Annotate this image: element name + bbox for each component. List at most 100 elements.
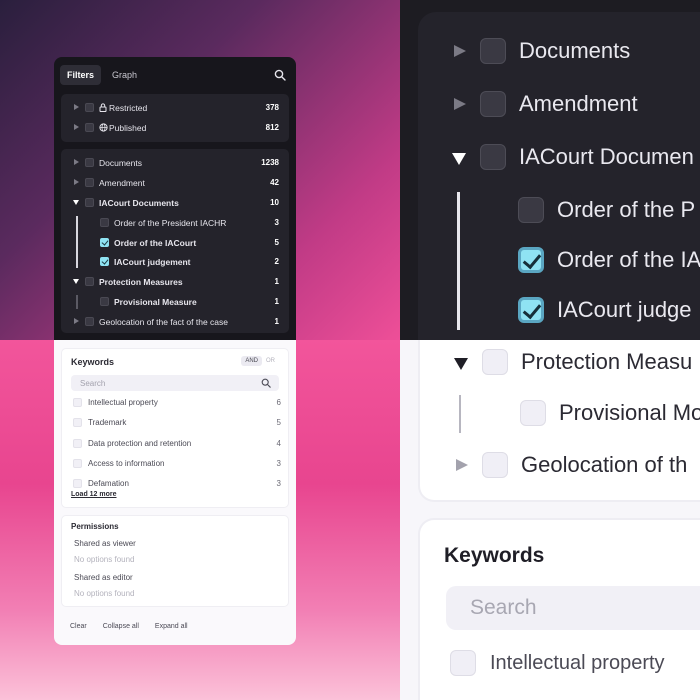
filter-label: Order of the P [557,197,696,222]
chevron-right-icon[interactable] [454,45,466,57]
load-more-link[interactable]: Load 12 more [71,491,117,498]
permissions-title: Permissions [71,522,119,531]
checkbox[interactable] [85,103,94,112]
keyword-count: 3 [276,479,281,488]
filter-row-iacourt-judgement[interactable]: IACourt judgement 2 [61,252,289,272]
search-icon[interactable] [274,69,286,81]
keyword-item[interactable]: Data protection and retention 4 [71,437,281,451]
filter-count: 10 [270,198,279,207]
checkbox[interactable] [520,400,546,426]
filter-row-iacourt-documents[interactable]: IACourt Documents 10 [61,193,289,213]
checkbox-checked[interactable] [518,247,544,273]
chevron-right-icon[interactable] [74,179,79,185]
keyword-label: Intellectual property [490,652,665,674]
checkbox[interactable] [73,459,82,468]
checkbox[interactable] [85,277,94,286]
zoomed-filter-tree-light: Protection Measu Provisional Mo Geolocat… [418,340,700,502]
checkbox[interactable] [85,198,94,207]
filter-row-amendment[interactable]: Amendment 42 [61,173,289,193]
keyword-item[interactable]: Access to information 3 [71,457,281,471]
checkbox[interactable] [73,398,82,407]
keyword-count: 4 [276,439,281,448]
expand-all-button[interactable]: Expand all [155,623,188,630]
checkbox[interactable] [73,418,82,427]
checkbox[interactable] [73,439,82,448]
chevron-right-icon[interactable] [74,318,79,324]
checkbox-checked[interactable] [100,238,109,247]
filter-label: Geolocation of the fact of the case [99,317,228,327]
chevron-right-icon[interactable] [456,459,468,471]
filter-label: Order of the IA [557,247,700,272]
keyword-label: Access to information [88,459,165,468]
zoom-row-amendment[interactable]: Amendment [418,82,700,128]
search-placeholder: Search [80,379,106,388]
zoom-row-iacourt-judgement[interactable]: IACourt judge [418,288,700,334]
filter-row-order-president[interactable]: Order of the President IACHR 3 [61,213,289,233]
checkbox[interactable] [85,158,94,167]
zoom-row-geolocation[interactable]: Geolocation of th [420,443,700,489]
and-or-toggle: AND OR [241,356,279,366]
checkbox[interactable] [480,38,506,64]
filter-row-provisional-measure[interactable]: Provisional Measure 1 [61,292,289,312]
zoom-row-order-president[interactable]: Order of the P [418,188,700,234]
filter-row-published[interactable]: Published 812 [61,118,289,138]
zoom-row-order-iacourt[interactable]: Order of the IA [418,238,700,284]
keyword-search-input[interactable]: Search [71,375,279,391]
zoom-row-provisional-measure[interactable]: Provisional Mo [420,391,700,437]
keyword-search-input[interactable]: Search [446,586,700,630]
chevron-right-icon[interactable] [74,104,79,110]
chevron-right-icon[interactable] [74,159,79,165]
checkbox[interactable] [100,297,109,306]
filter-label: Published [109,123,147,133]
checkbox[interactable] [482,452,508,478]
checkbox[interactable] [100,218,109,227]
checkbox[interactable] [480,144,506,170]
filter-count: 1 [274,297,279,306]
filter-label: Documents [519,38,631,63]
checkbox[interactable] [518,197,544,223]
checkbox[interactable] [85,178,94,187]
filter-count: 42 [270,178,279,187]
zoom-row-documents[interactable]: Documents [418,29,700,75]
chevron-down-icon[interactable] [454,358,468,370]
keyword-item[interactable]: Intellectual property 6 [71,396,281,410]
keyword-label: Intellectual property [88,398,158,407]
keyword-item[interactable]: Intellectual property [450,648,700,680]
globe-icon [99,123,108,132]
checkbox-checked[interactable] [518,297,544,323]
chevron-down-icon[interactable] [73,279,79,284]
keywords-title: Keywords [444,544,545,567]
filter-row-order-iacourt[interactable]: Order of the IACourt 5 [61,233,289,253]
keyword-item[interactable]: Defamation 3 [71,477,281,491]
or-toggle[interactable]: OR [262,356,279,366]
filter-row-geolocation[interactable]: Geolocation of the fact of the case 1 [61,312,289,332]
chevron-down-icon[interactable] [73,200,79,205]
and-toggle[interactable]: AND [241,356,262,366]
filter-label: Protection Measu [521,349,693,374]
filter-row-restricted[interactable]: Restricted 378 [61,98,289,118]
checkbox[interactable] [85,317,94,326]
checkbox-checked[interactable] [100,257,109,266]
tab-graph[interactable]: Graph [105,65,144,85]
keyword-label: Trademark [88,418,127,427]
clear-button[interactable]: Clear [70,623,87,630]
zoom-row-protection-measures[interactable]: Protection Measu [420,340,700,386]
checkbox[interactable] [85,123,94,132]
zoom-row-iacourt-documents[interactable]: IACourt Documen [418,135,700,181]
filter-count: 3 [274,218,279,227]
keyword-label: Data protection and retention [88,439,192,448]
chevron-down-icon[interactable] [452,153,466,165]
checkbox[interactable] [73,479,82,488]
chevron-right-icon[interactable] [454,98,466,110]
filter-row-protection-measures[interactable]: Protection Measures 1 [61,272,289,292]
keyword-item[interactable]: Trademark 5 [71,416,281,430]
chevron-right-icon[interactable] [74,124,79,130]
checkbox[interactable] [480,91,506,117]
collapse-all-button[interactable]: Collapse all [103,623,139,630]
filter-row-documents[interactable]: Documents 1238 [61,153,289,173]
tab-filters[interactable]: Filters [60,65,102,85]
access-filter-box: Restricted 378 Published 812 [61,94,289,142]
filter-count: 1 [274,317,279,326]
checkbox[interactable] [450,650,476,676]
checkbox[interactable] [482,349,508,375]
